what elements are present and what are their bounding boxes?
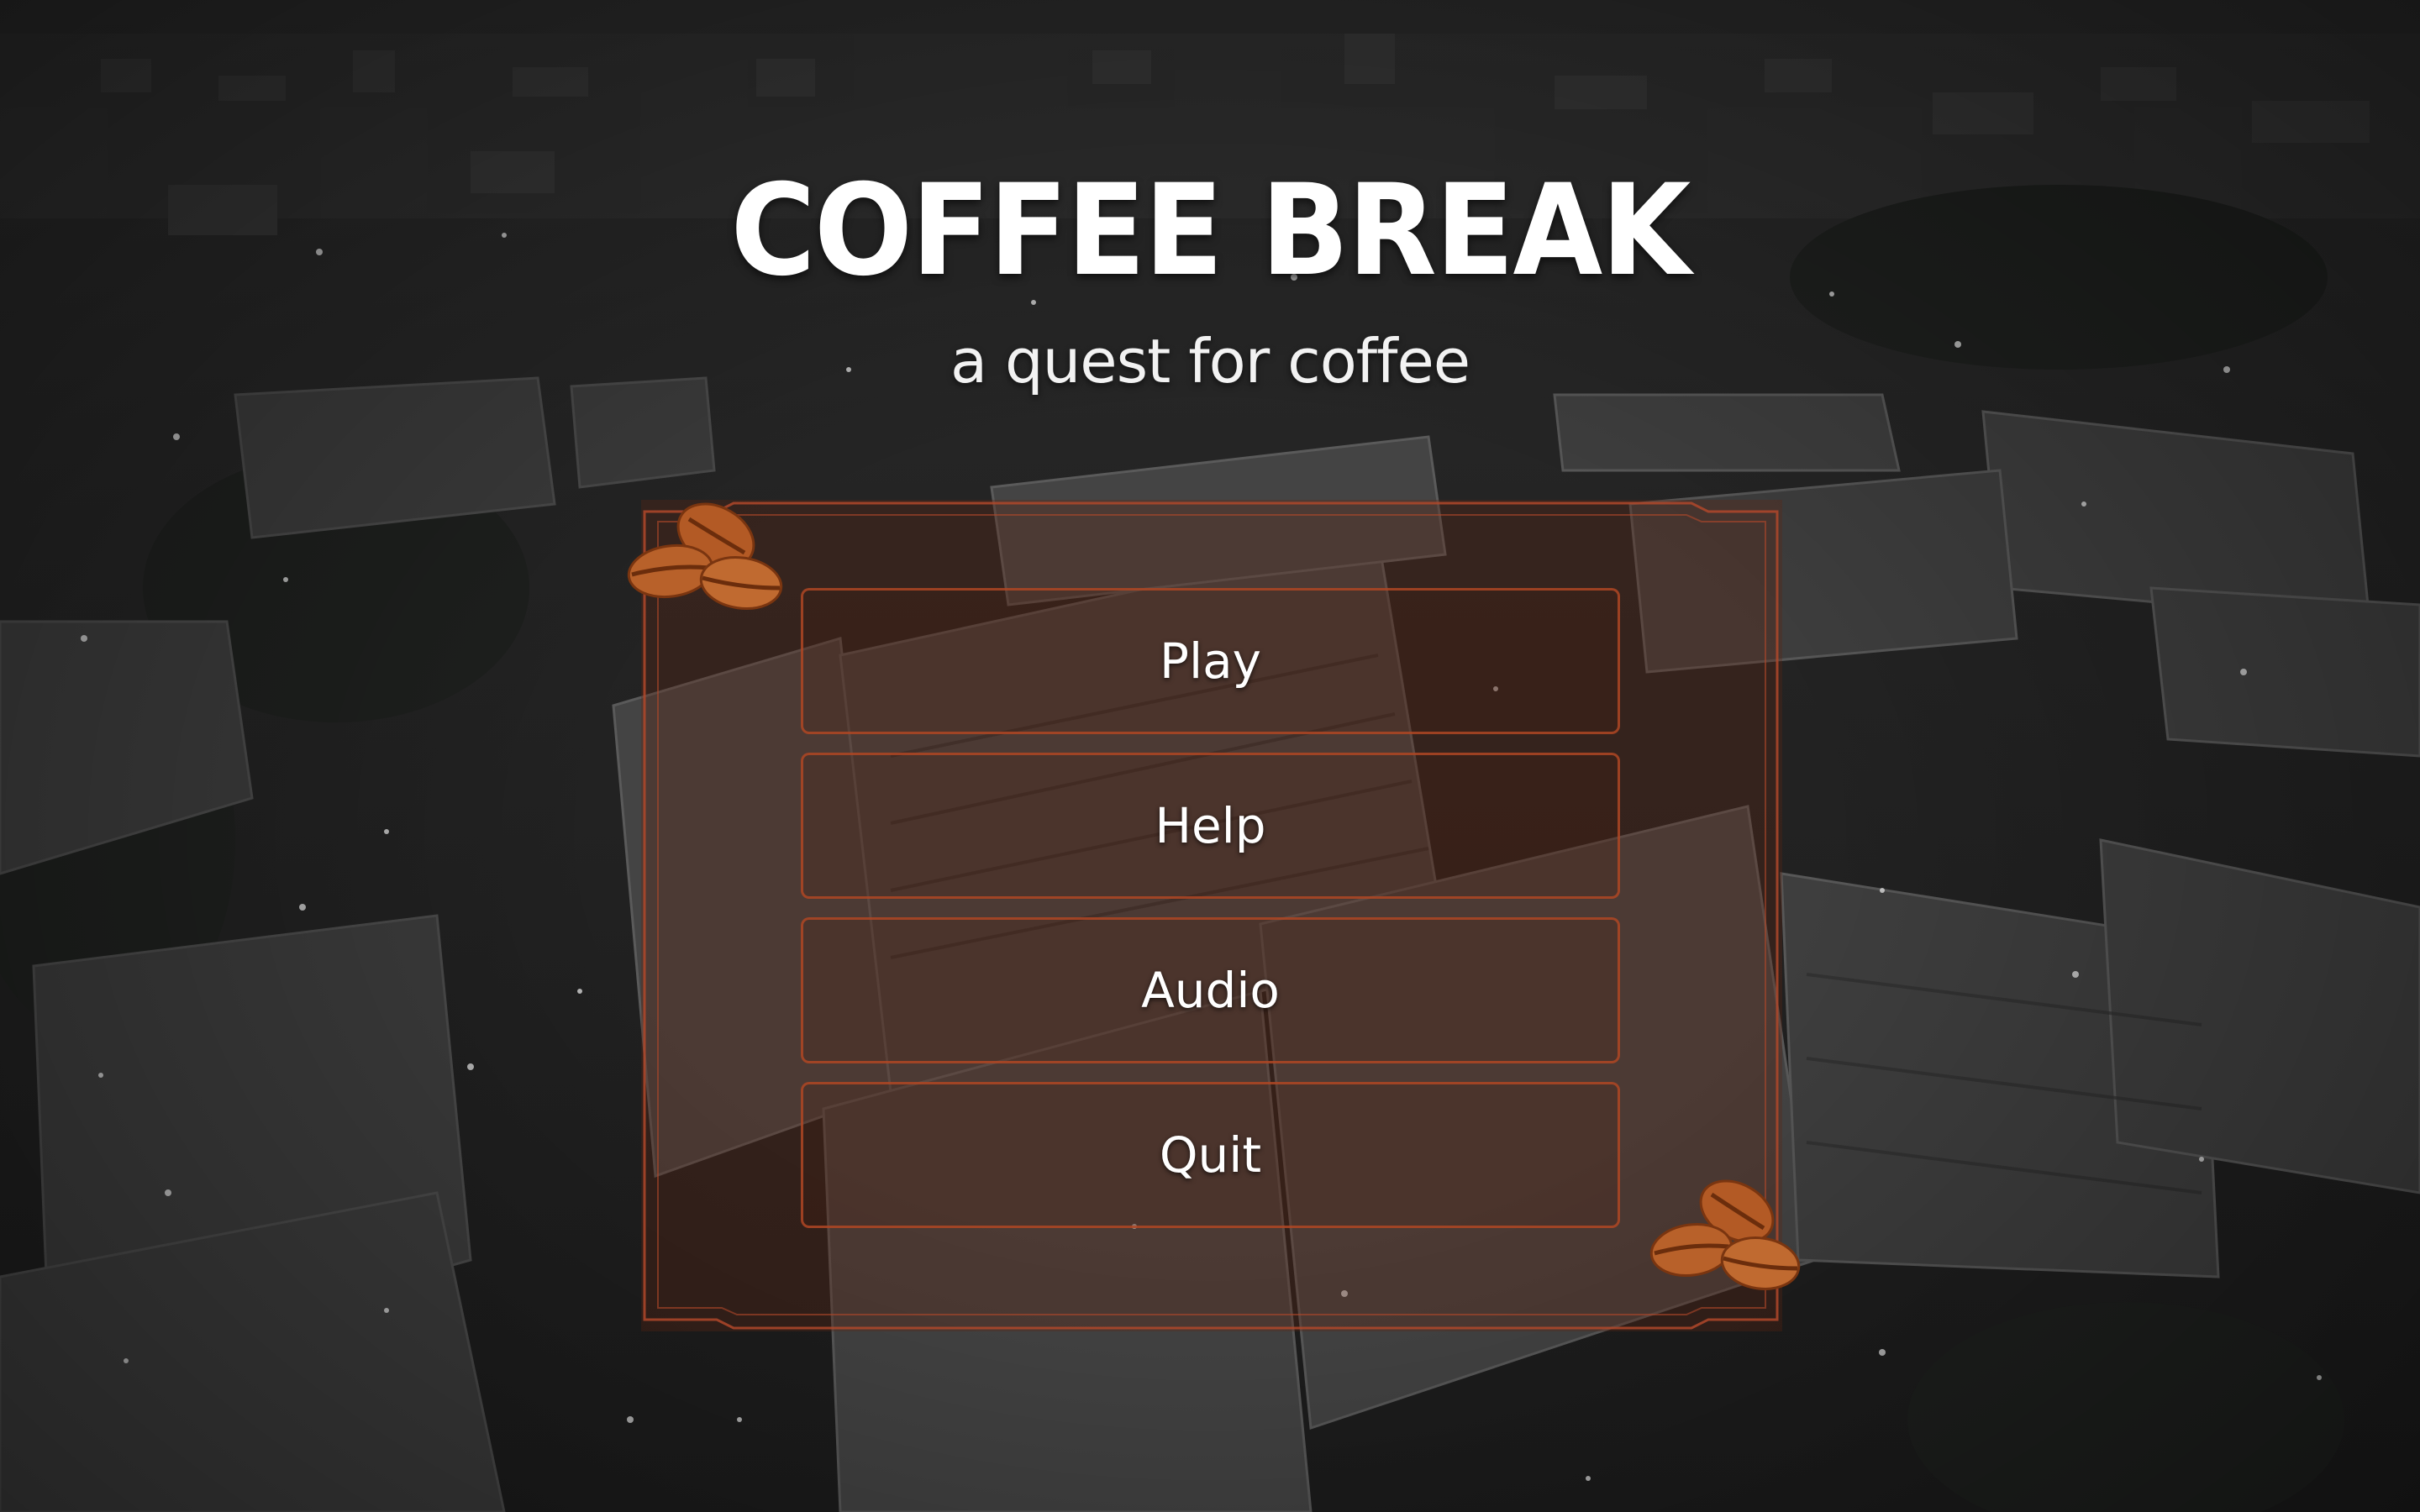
help-button[interactable]: Help <box>801 753 1620 899</box>
game-subtitle: a quest for coffee <box>950 326 1470 396</box>
play-button[interactable]: Play <box>801 588 1620 734</box>
main-menu-panel: Play Help Audio Quit <box>641 500 1782 1331</box>
game-title: COFFEE BREAK <box>730 158 1691 304</box>
audio-button[interactable]: Audio <box>801 917 1620 1063</box>
coffee-beans-icon <box>627 502 783 610</box>
coffee-beans-icon <box>1649 1179 1801 1290</box>
quit-button[interactable]: Quit <box>801 1082 1620 1228</box>
main-menu-screen: COFFEE BREAK a quest for coffee Play Hel… <box>0 0 2420 1512</box>
